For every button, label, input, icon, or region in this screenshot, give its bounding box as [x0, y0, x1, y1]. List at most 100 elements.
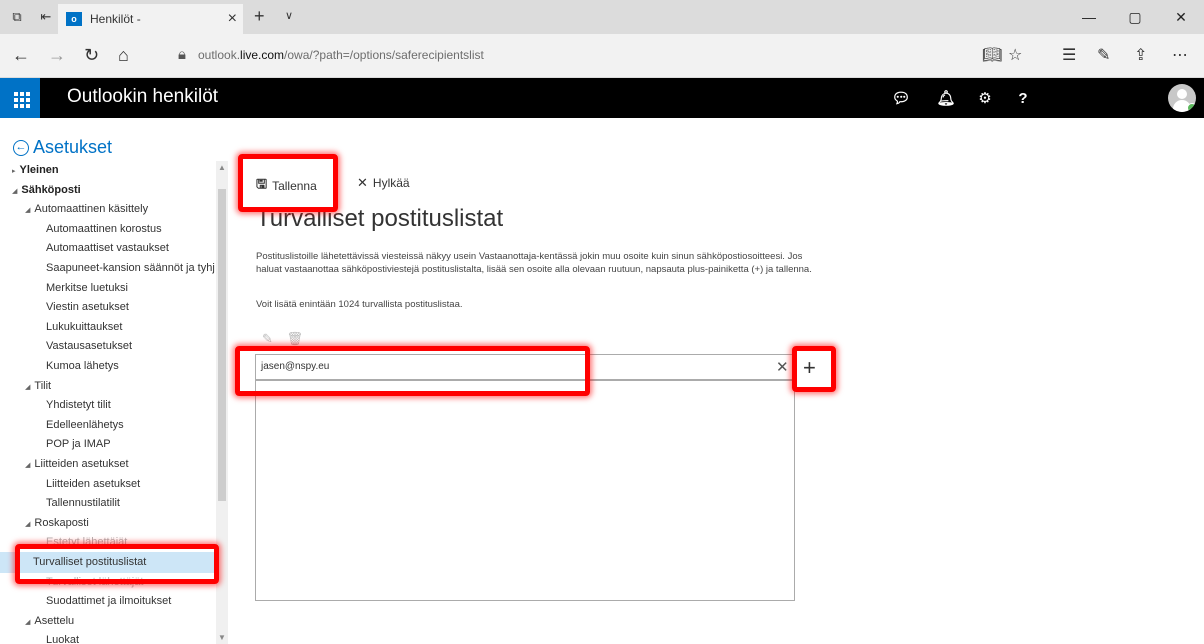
sidebar-item-label: Estetyt lähettäjät [46, 536, 128, 549]
url-field[interactable]: outlook.live.com/owa/?path=/options/safe… [198, 48, 484, 62]
sidebar-item[interactable]: ▸ Yleinen [12, 164, 59, 176]
sidebar-item[interactable]: Kumoa lähetys [46, 360, 119, 372]
sidebar-item[interactable]: Turvalliset lähettäjät [46, 576, 143, 588]
tab-actions-icon[interactable]: ⧉ [0, 0, 34, 34]
sidebar-item[interactable]: Estetyt lähettäjät [46, 536, 127, 548]
discard-button[interactable]: ✕ Hylkää [357, 175, 410, 191]
home-icon[interactable]: ⌂ [118, 45, 129, 66]
sidebar-item[interactable]: Vastausasetukset [46, 340, 132, 352]
sidebar-item-label: Automaattiset vastaukset [46, 242, 169, 255]
list-edit-toolbar: ✎ 🗑︎ [262, 331, 313, 347]
sidebar-item[interactable]: ◢ Tilit [25, 380, 51, 392]
forward-icon[interactable]: → [48, 45, 66, 66]
tab-title: Henkilöt - [90, 12, 141, 26]
sidebar-item-label: Suodattimet ja ilmoitukset [46, 595, 172, 608]
sidebar-item[interactable]: Automaattiset vastaukset [46, 242, 169, 254]
sidebar-item-label: Yleinen [19, 164, 59, 176]
reading-view-icon[interactable]: 📖︎ [982, 45, 1002, 65]
more-icon[interactable]: ⋯ [1172, 45, 1188, 65]
sidebar-item[interactable]: Edelleenlähetys [46, 419, 124, 431]
description-text: Postituslistoille lähetettävissä viestei… [256, 251, 812, 275]
sidebar-item[interactable]: Saapuneet-kansion säännöt ja tyhj [46, 262, 215, 274]
refresh-icon[interactable]: ↻ [84, 45, 99, 66]
sidebar-item[interactable]: Merkitse luetuksi [46, 282, 128, 294]
sidebar-item-label: Saapuneet-kansion säännöt ja tyhj [46, 262, 215, 274]
expand-arrow-icon[interactable]: ◢ [25, 619, 30, 626]
close-tab-icon[interactable]: × [228, 10, 237, 28]
outlook-logo-icon: o [66, 12, 82, 26]
settings-nav: ▸ Yleinen ◢ Sähköposti ◢ Automaattinen käsitt… [0, 161, 216, 644]
lock-icon: 🔒︎ [178, 46, 186, 63]
sidebar-item[interactable]: Yhdistetyt tilit [46, 399, 111, 411]
sidebar-item[interactable]: Suodattimet ja ilmoitukset [46, 595, 171, 607]
mailing-list-address-input[interactable]: jasen@nspy.eu [255, 354, 795, 380]
share-icon[interactable]: ⇪ [1134, 45, 1147, 65]
settings-gear-icon[interactable]: ⚙ [968, 78, 1002, 118]
sidebar-item[interactable]: POP ja IMAP [46, 438, 111, 450]
browser-tab[interactable]: o Henkilöt - × [58, 4, 243, 34]
back-arrow-icon: ← [13, 139, 29, 156]
nav-scrollbar[interactable]: ▲ ▼ [216, 161, 228, 644]
sidebar-item[interactable]: Viestin asetukset [46, 301, 129, 313]
set-tabs-aside-icon[interactable]: ⇤ [34, 0, 58, 34]
sidebar-item-label: Sähköposti [21, 183, 81, 196]
scrollbar-thumb[interactable] [218, 189, 226, 501]
skype-chat-icon[interactable]: 💬︎ [884, 78, 918, 118]
sidebar-item-label: Automaattinen käsittely [34, 203, 149, 216]
save-label: Tallenna [272, 179, 317, 193]
sidebar-item[interactable]: Luokat [46, 634, 79, 644]
delete-trash-icon[interactable]: 🗑︎ [287, 331, 304, 346]
tab-preview-chevron-icon[interactable]: ∨ [285, 9, 293, 22]
sidebar-item[interactable]: Automaattinen korostus [46, 223, 162, 235]
help-icon[interactable]: ? [1006, 78, 1040, 118]
sidebar-item[interactable]: ◢ Sähköposti [12, 184, 81, 196]
back-icon[interactable]: ← [12, 45, 30, 66]
sidebar-item-label: POP ja IMAP [46, 438, 111, 451]
sidebar-item-label: Turvalliset lähettäjät [46, 575, 144, 588]
maximize-icon[interactable]: ▢ [1112, 0, 1158, 34]
scroll-down-icon[interactable]: ▼ [218, 633, 226, 642]
sidebar-item[interactable]: ◢ Automaattinen käsittely [25, 203, 148, 215]
sidebar-item-label: Luokat [46, 634, 80, 644]
sidebar-item[interactable]: Lukukuittaukset [46, 321, 122, 333]
sidebar-item[interactable]: Liitteiden asetukset [46, 478, 140, 490]
sidebar-item[interactable]: ◢ Liitteiden asetukset [25, 458, 129, 470]
notifications-bell-icon[interactable]: 🔔︎ [929, 78, 963, 118]
sidebar-item[interactable]: Turvalliset postituslistat [0, 552, 216, 573]
sidebar-item-label: Automaattinen korostus [46, 222, 162, 235]
sidebar-item-label: Tallennustilatilit [46, 497, 120, 510]
sidebar-item-label: Yhdistetyt tilit [46, 399, 111, 412]
sidebar-item-label: Asettelu [34, 614, 75, 627]
web-note-icon[interactable]: ✎ [1097, 45, 1110, 65]
edit-pencil-icon[interactable]: ✎ [262, 331, 273, 346]
expand-arrow-icon[interactable]: ◢ [25, 207, 30, 214]
minimize-icon[interactable]: — [1066, 0, 1112, 34]
page-title: Turvalliset postituslistat [256, 205, 504, 232]
clear-input-icon[interactable]: ✕ [776, 358, 789, 376]
expand-arrow-icon[interactable]: ◢ [25, 462, 30, 469]
scroll-up-icon[interactable]: ▲ [218, 163, 226, 172]
expand-arrow-icon[interactable]: ◢ [25, 384, 30, 391]
settings-back-link[interactable]: ← Asetukset [13, 137, 112, 158]
sidebar-item-label: Lukukuittaukset [46, 320, 123, 333]
favorite-star-icon[interactable]: ☆ [1008, 45, 1022, 65]
favorites-hub-icon[interactable]: ☰ [1062, 45, 1076, 65]
save-button[interactable]: 🖫︎ Tallenna [256, 175, 317, 197]
sidebar-item[interactable]: Tallennustilatilit [46, 497, 120, 509]
new-tab-icon[interactable]: + [254, 6, 265, 27]
app-launcher-icon[interactable] [0, 78, 40, 118]
sidebar-item-label: Kumoa lähetys [46, 360, 119, 372]
app-title: Outlookin henkilöt [67, 86, 219, 107]
expand-arrow-icon[interactable]: ◢ [12, 188, 17, 195]
close-window-icon[interactable]: ✕ [1158, 0, 1204, 34]
safe-mailing-lists-box[interactable] [255, 380, 795, 601]
sidebar-item-label: Roskaposti [34, 516, 89, 529]
sidebar-item[interactable]: ◢ Roskaposti [25, 517, 89, 529]
expand-arrow-icon[interactable]: ◢ [25, 521, 30, 528]
sidebar-item-label: Tilit [34, 379, 52, 392]
add-button[interactable]: + [803, 355, 816, 381]
save-disk-icon: 🖫︎ [256, 176, 268, 191]
expand-arrow-icon[interactable]: ▸ [12, 168, 16, 175]
avatar[interactable] [1168, 84, 1196, 112]
sidebar-item[interactable]: ◢ Asettelu [25, 615, 74, 627]
